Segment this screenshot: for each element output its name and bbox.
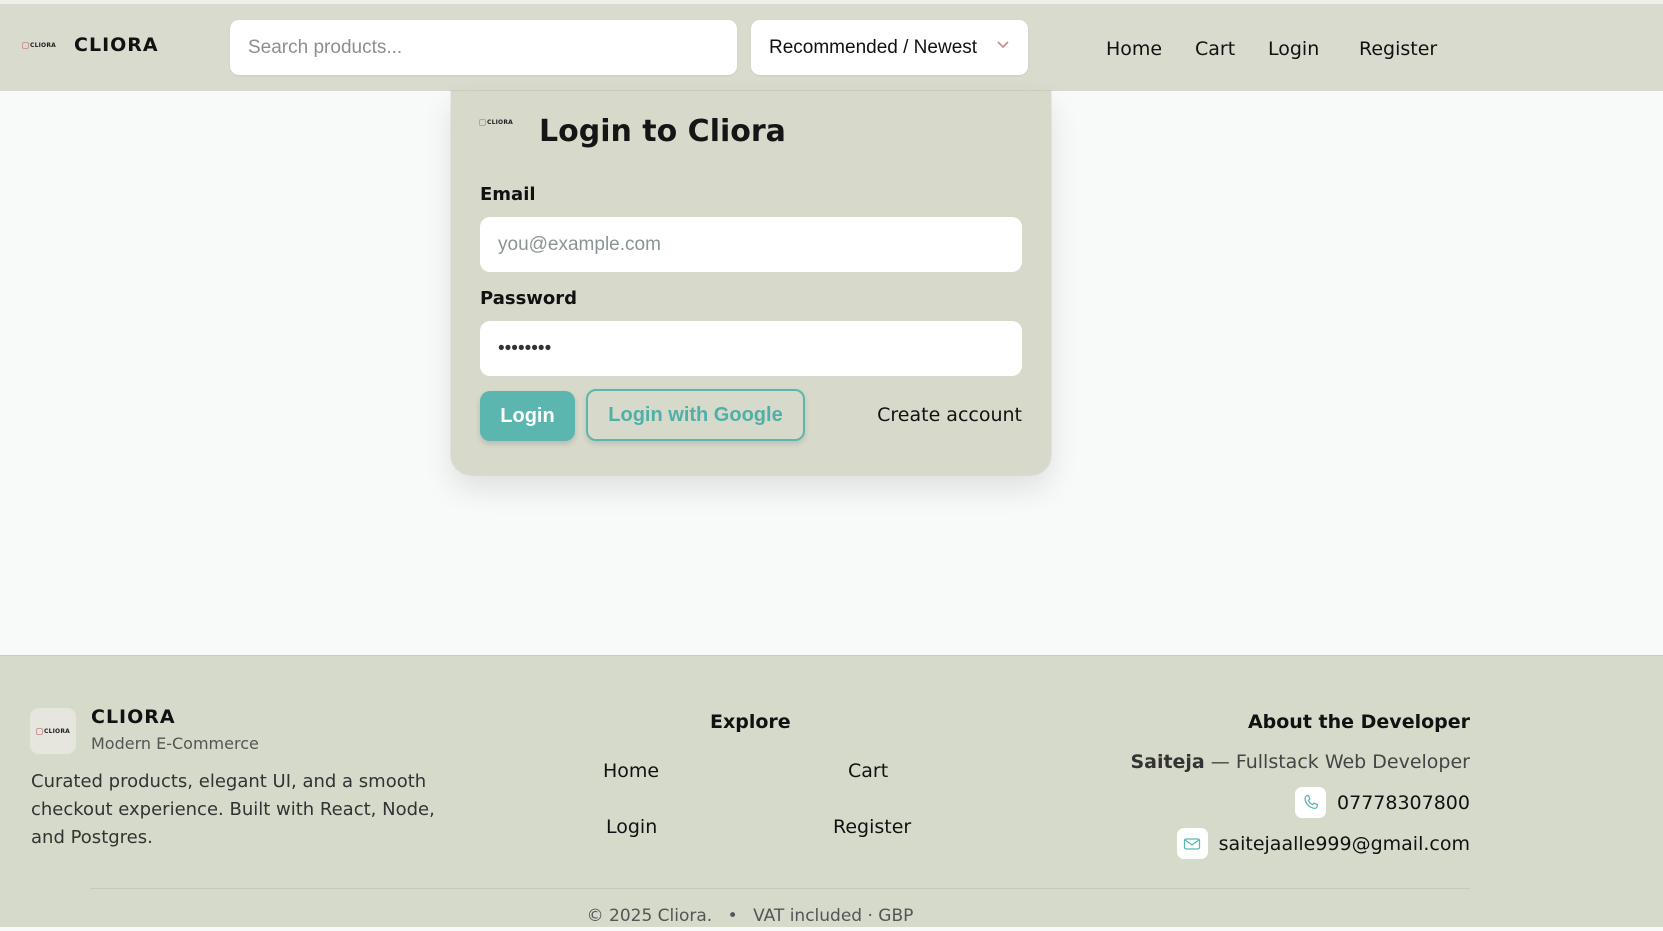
brand[interactable]: CLIORA CLIORA [22,34,159,56]
phone-number: 07778307800 [1337,791,1470,814]
email-label: Email [480,184,536,205]
brand-name: CLIORA [74,34,159,56]
nav-register[interactable]: Register [1359,38,1437,60]
developer-name: Saiteja [1130,751,1205,773]
email-contact[interactable]: saitejaalle999@gmail.com [1176,828,1470,859]
create-account-link[interactable]: Create account [877,404,1022,426]
footer-link-home[interactable]: Home [603,760,659,782]
mail-icon [1176,828,1208,859]
sort-label: Recommended / Newest [769,36,978,58]
password-field[interactable] [480,321,1022,376]
login-button[interactable]: Login [480,391,575,441]
developer-role: — Fullstack Web Developer [1204,751,1470,773]
footer-tagline: Modern E-Commerce [91,734,259,753]
footer-divider [90,888,1470,889]
footer-copyright: © 2025 Cliora. • VAT included · GBP [0,906,1500,926]
site-footer: CLIORA CLIORA Modern E-Commerce Curated … [0,655,1663,927]
email-address: saitejaalle999@gmail.com [1218,832,1470,855]
nav-login[interactable]: Login [1268,38,1319,60]
footer-brand: CLIORA [91,706,176,728]
footer-link-login[interactable]: Login [606,816,657,838]
footer-logo: CLIORA [30,708,76,754]
logo-icon: CLIORA [479,119,513,126]
footer-description: Curated products, elegant UI, and a smoo… [31,771,435,848]
chevron-down-icon [997,41,1009,49]
login-title: Login to Cliora [539,114,786,149]
nav-cart[interactable]: Cart [1195,38,1235,60]
about-heading: About the Developer [1247,711,1470,733]
copyright-text: © 2025 Cliora. [586,906,713,926]
footer-link-cart[interactable]: Cart [848,760,888,782]
explore-heading: Explore [710,711,791,733]
separator: • [727,906,738,926]
search-input[interactable] [230,20,737,75]
phone-contact[interactable]: 07778307800 [1295,787,1470,818]
google-login-button[interactable]: Login with Google [586,389,805,441]
developer-line: Saiteja — Fullstack Web Developer [1130,751,1470,773]
password-label: Password [480,288,578,309]
login-card: CLIORA Login to Cliora Email Password Lo… [451,91,1051,475]
footer-link-register[interactable]: Register [833,816,911,838]
sort-select[interactable]: Recommended / Newest [751,20,1028,75]
email-field[interactable] [480,217,1022,272]
logo-icon: CLIORA [35,727,70,735]
site-header: CLIORA CLIORA Recommended / Newest Home … [0,4,1663,91]
vat-note: VAT included · GBP [753,906,914,926]
logo-icon: CLIORA [22,41,56,49]
phone-icon [1295,787,1327,818]
nav-home[interactable]: Home [1106,38,1162,60]
